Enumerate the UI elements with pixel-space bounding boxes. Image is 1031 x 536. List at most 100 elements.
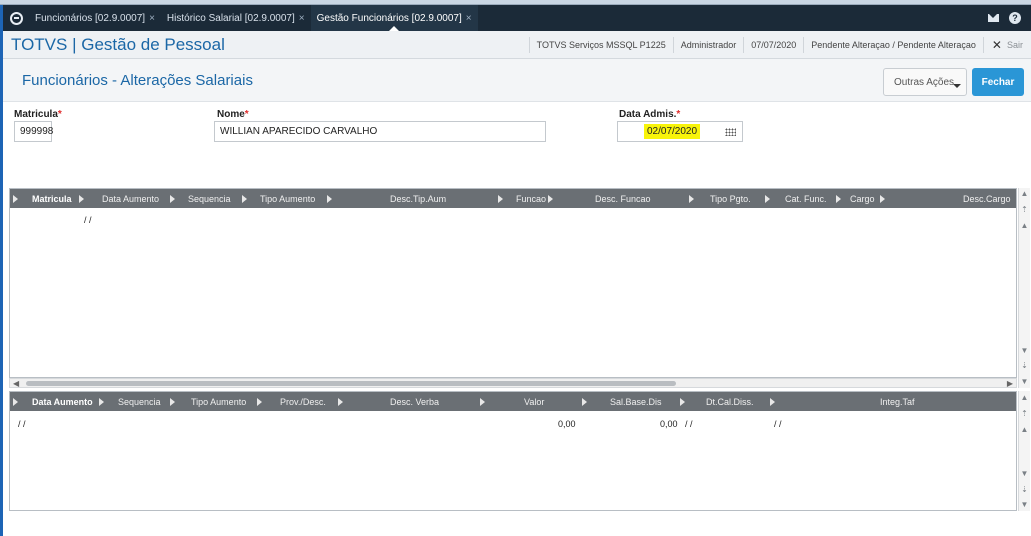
column-dt-cal-diss[interactable]: Dt.Cal.Diss.	[706, 392, 754, 411]
column-tipo-aumento[interactable]: Tipo Aumento	[260, 189, 315, 208]
grid1-vertical-scrollbar[interactable]: ▲ ⇡ ▲ ▼ ⇣ ▼	[1018, 188, 1030, 388]
user-label: Administrador	[672, 36, 744, 53]
nome-label-text: Nome	[217, 109, 245, 120]
matricula-value: 999998	[20, 126, 54, 137]
scroll-page-up-icon[interactable]: ⇡	[1019, 204, 1030, 215]
tab-bar: Funcionários [02.9.0007] × Histórico Sal…	[3, 5, 1031, 31]
required-marker: *	[244, 109, 249, 120]
column-arrow-icon	[79, 195, 84, 203]
close-icon: ✕	[991, 37, 1002, 52]
tab-close-icon[interactable]: ×	[149, 13, 155, 24]
nome-label: Nome*	[217, 109, 249, 120]
nome-field[interactable]: WILLIAN APARECIDO CARVALHO	[214, 121, 546, 142]
column-data-aumento[interactable]: Data Aumento	[102, 189, 159, 208]
scroll-left-icon[interactable]: ◀	[13, 379, 19, 388]
column-arrow-icon	[689, 195, 694, 203]
column-sal-base-dis[interactable]: Sal.Base.Dis	[610, 392, 662, 411]
column-desc-cargo[interactable]: Desc.Cargo	[963, 189, 1011, 208]
column-sequencia[interactable]: Sequencia	[188, 189, 231, 208]
tab-historico-salarial[interactable]: Histórico Salarial [02.9.0007] ×	[161, 5, 311, 31]
page-title: Funcionários - Alterações Salariais	[22, 72, 253, 89]
scroll-bottom-icon[interactable]: ▼	[1019, 499, 1030, 510]
exit-button[interactable]: ✕ Sair	[982, 36, 1031, 53]
chevron-down-icon	[953, 84, 961, 88]
column-arrow-icon	[880, 195, 885, 203]
column-arrow-icon	[765, 195, 770, 203]
column-arrow-icon	[327, 195, 332, 203]
matricula-label-text: Matricula	[14, 109, 58, 120]
column-desc-verba[interactable]: Desc. Verba	[390, 392, 439, 411]
grid1-horizontal-scrollbar[interactable]: ◀ ▶	[9, 378, 1017, 388]
cell-integ-taf[interactable]: / /	[774, 419, 782, 429]
salary-changes-grid[interactable]: Matricula Data Aumento Sequencia Tipo Au…	[9, 188, 1017, 378]
tab-close-icon[interactable]: ×	[299, 13, 305, 24]
scroll-top-icon[interactable]: ▲	[1019, 188, 1030, 199]
column-arrow-icon	[582, 398, 587, 406]
scroll-down-icon[interactable]: ▼	[1019, 468, 1030, 479]
tab-label: Histórico Salarial [02.9.0007]	[166, 12, 295, 24]
scroll-up-icon[interactable]: ▲	[1019, 424, 1030, 435]
scroll-right-icon[interactable]: ▶	[1007, 379, 1013, 388]
scroll-page-up-icon[interactable]: ⇡	[1019, 408, 1030, 419]
column-arrow-icon	[770, 398, 775, 406]
column-desc-tip-aum[interactable]: Desc.Tip.Aum	[390, 189, 446, 208]
column-tipo-aumento[interactable]: Tipo Aumento	[191, 392, 246, 411]
totvs-logo-icon[interactable]	[3, 5, 29, 31]
scroll-page-down-icon[interactable]: ⇣	[1019, 360, 1030, 371]
column-tipo-pgto[interactable]: Tipo Pgto.	[710, 189, 751, 208]
column-sequencia[interactable]: Sequencia	[118, 392, 161, 411]
column-funcao[interactable]: Funcao	[516, 189, 546, 208]
scroll-page-down-icon[interactable]: ⇣	[1019, 484, 1030, 495]
grid-header: Matricula Data Aumento Sequencia Tipo Au…	[10, 189, 1016, 208]
column-arrow-icon	[680, 398, 685, 406]
column-desc-funcao[interactable]: Desc. Funcao	[595, 189, 651, 208]
tab-gestao-funcionarios[interactable]: Gestão Funcionários [02.9.0007] ×	[310, 5, 478, 31]
matricula-field[interactable]: 999998	[14, 121, 54, 142]
column-arrow-icon	[257, 398, 262, 406]
required-marker: *	[57, 109, 62, 120]
column-valor[interactable]: Valor	[524, 392, 544, 411]
salary-details-grid[interactable]: Data Aumento Sequencia Tipo Aumento Prov…	[9, 391, 1017, 511]
column-arrow-icon	[170, 398, 175, 406]
app-title: TOTVS | Gestão de Pessoal	[11, 34, 225, 54]
column-arrow-icon	[338, 398, 343, 406]
environment-label: TOTVS Serviços MSSQL P1225	[528, 36, 673, 53]
required-marker: *	[676, 109, 681, 120]
column-cargo[interactable]: Cargo	[850, 189, 875, 208]
data-admis-label: Data Admis.*	[619, 109, 680, 120]
scroll-bottom-icon[interactable]: ▼	[1019, 376, 1030, 387]
cell-data-aumento[interactable]: / /	[18, 419, 26, 429]
matricula-label: Matricula*	[14, 109, 62, 120]
scroll-thumb[interactable]	[26, 381, 676, 386]
column-cat-func[interactable]: Cat. Func.	[785, 189, 827, 208]
data-admis-field[interactable]: 02/07/2020	[617, 121, 743, 142]
mail-icon[interactable]	[988, 14, 999, 22]
column-arrow-icon	[13, 398, 18, 406]
close-button[interactable]: Fechar	[972, 68, 1024, 96]
grid2-vertical-scrollbar[interactable]: ▲ ⇡ ▲ ▼ ⇣ ▼	[1018, 391, 1030, 511]
tab-label: Funcionários [02.9.0007]	[35, 12, 146, 24]
scroll-top-icon[interactable]: ▲	[1019, 392, 1030, 403]
column-integ-taf[interactable]: Integ.Taf	[880, 392, 915, 411]
column-arrow-icon	[242, 195, 247, 203]
data-admis-value: 02/07/2020	[644, 124, 701, 139]
tab-close-icon[interactable]: ×	[466, 13, 472, 24]
column-prov-desc[interactable]: Prov./Desc.	[280, 392, 326, 411]
help-icon[interactable]: ?	[1009, 12, 1021, 24]
calendar-icon[interactable]	[725, 128, 736, 136]
cell-valor[interactable]: 0,00	[558, 419, 576, 429]
cell-dt-cal-diss[interactable]: / /	[685, 419, 693, 429]
pending-label: Pendente Alteraçao / Pendente Alteraçao	[803, 36, 983, 53]
column-arrow-icon	[170, 195, 175, 203]
column-data-aumento[interactable]: Data Aumento	[32, 392, 93, 411]
scroll-down-icon[interactable]: ▼	[1019, 345, 1030, 356]
tab-funcionarios[interactable]: Funcionários [02.9.0007] ×	[29, 5, 161, 31]
page-header: Funcionários - Alterações Salariais Outr…	[3, 59, 1031, 102]
column-arrow-icon	[548, 195, 553, 203]
column-arrow-icon	[480, 398, 485, 406]
other-actions-button[interactable]: Outras Ações	[883, 68, 967, 96]
cell-data-aumento[interactable]: / /	[84, 215, 92, 225]
scroll-up-icon[interactable]: ▲	[1019, 220, 1030, 231]
cell-sal-base-dis[interactable]: 0,00	[660, 419, 678, 429]
column-matricula[interactable]: Matricula	[32, 189, 72, 208]
